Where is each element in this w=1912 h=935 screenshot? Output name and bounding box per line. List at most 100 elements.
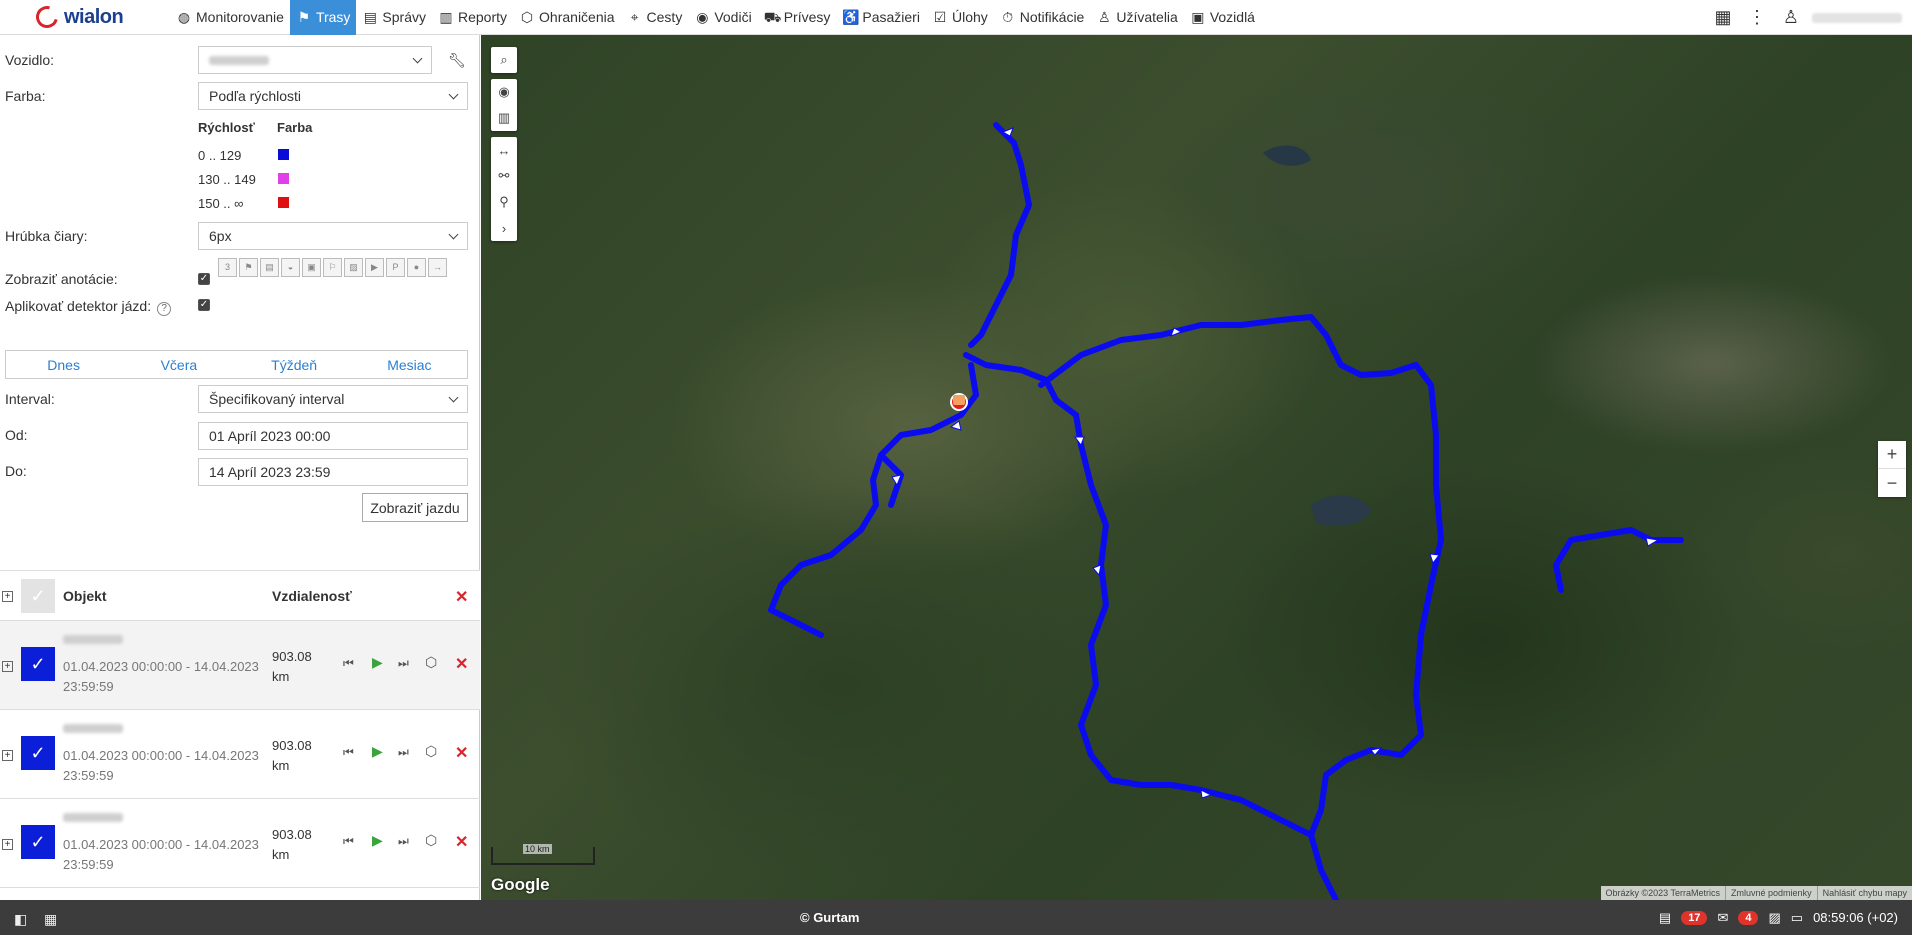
apps-grid-icon[interactable]: ▦ xyxy=(1706,0,1740,35)
interval-select[interactable]: Špecifikovaný interval xyxy=(198,385,468,413)
col-object[interactable]: Objekt xyxy=(63,588,107,604)
arrow-icon[interactable]: → xyxy=(428,258,447,277)
user-name[interactable] xyxy=(1812,12,1902,23)
more-vertical-icon[interactable]: ⋮ xyxy=(1740,0,1774,35)
nav-item-trailers[interactable]: ⛟ Prívesy xyxy=(758,0,837,35)
select-all-checkbox[interactable]: ✓ xyxy=(21,579,55,613)
route-icon[interactable]: ⚯ xyxy=(491,163,517,189)
ruler-icon[interactable]: ↔ xyxy=(491,137,517,163)
nav-item-tracks[interactable]: ⚑ Trasy xyxy=(289,0,357,35)
stop-icon[interactable]: ● xyxy=(407,258,426,277)
to-date-input[interactable]: 14 Apríl 2023 23:59 xyxy=(198,458,468,486)
wialon-logo[interactable]: wialon xyxy=(0,0,170,35)
row-dates: 01.04.2023 00:00:00 - 14.04.2023 23:59:5… xyxy=(63,748,259,783)
col-distance[interactable]: Vzdialenosť xyxy=(272,588,352,604)
expand-all-icon[interactable]: + xyxy=(2,591,13,602)
zoom-in-button[interactable]: + xyxy=(1878,441,1906,469)
map-layers-icon[interactable]: ▥ xyxy=(491,105,517,131)
geofence-icon[interactable]: ⬡ xyxy=(425,654,437,671)
delete-all-icon[interactable]: ✕ xyxy=(455,587,468,607)
nav-item-geofences[interactable]: ⬡ Ohraničenia xyxy=(513,0,621,35)
count-icon[interactable]: 3 xyxy=(218,258,237,277)
row-checkbox[interactable]: ✓ xyxy=(21,647,55,681)
nav-item-users[interactable]: ♙ Užívatelia xyxy=(1090,0,1183,35)
table-row[interactable]: + ✓ 01.04.2023 00:00:00 - 14.04.2023 23:… xyxy=(0,799,480,888)
line-width-label: Hrúbka čiary: xyxy=(5,228,88,244)
nav-item-drivers[interactable]: ◉ Vodiči xyxy=(688,0,757,35)
video-icon[interactable]: ▶ xyxy=(365,258,384,277)
map-view[interactable]: ⌕ ◉ ▥ ↔ ⚯ ⚲ › + − 10 km Google Obrázky ©… xyxy=(481,35,1912,900)
delete-icon[interactable]: ✕ xyxy=(455,743,468,763)
geofence-icon[interactable]: ⬡ xyxy=(425,743,437,760)
play-icon[interactable]: ▶ xyxy=(372,654,383,671)
flags-icon[interactable]: ⚑ xyxy=(239,258,258,277)
skip-forward-icon[interactable]: ⏭ xyxy=(398,834,409,849)
expand-icon[interactable]: + xyxy=(2,839,13,850)
tab-month[interactable]: Mesiac xyxy=(352,351,467,378)
nav-item-messages[interactable]: ▤ Správy xyxy=(356,0,432,35)
zoom-out-button[interactable]: − xyxy=(1878,469,1906,497)
tab-yesterday[interactable]: Včera xyxy=(121,351,236,378)
flag-icon[interactable]: ⚐ xyxy=(323,258,342,277)
eye-icon[interactable]: ◉ xyxy=(491,79,517,105)
search-icon[interactable]: ⌕ xyxy=(491,47,517,73)
skip-back-icon[interactable]: ⏮ xyxy=(343,745,354,760)
nav-item-notifications[interactable]: ⏱ Notifikácie xyxy=(994,0,1091,35)
geofence-icon[interactable]: ⬡ xyxy=(425,832,437,849)
nav-label: Správy xyxy=(382,9,426,25)
show-annotations-checkbox[interactable]: ✓ xyxy=(198,273,210,285)
row-checkbox[interactable]: ✓ xyxy=(21,825,55,859)
table-row[interactable]: + ✓ 01.04.2023 00:00:00 - 14.04.2023 23:… xyxy=(0,710,480,799)
nav-item-passengers[interactable]: ♿ Pasažieri xyxy=(836,0,926,35)
nav-item-tasks[interactable]: ☑ Úlohy xyxy=(926,0,994,35)
skip-back-icon[interactable]: ⏮ xyxy=(343,656,354,671)
nav-item-monitoring[interactable]: ◍ Monitorovanie xyxy=(170,0,290,35)
play-icon[interactable]: ▶ xyxy=(372,832,383,849)
skip-forward-icon[interactable]: ⏭ xyxy=(398,745,409,760)
vehicle-select[interactable] xyxy=(198,46,432,74)
color-select[interactable]: Podľa rýchlosti xyxy=(198,82,468,110)
notifications-icon[interactable]: ▤ xyxy=(1659,910,1671,926)
vehicle-marker[interactable] xyxy=(950,393,968,411)
delete-icon[interactable]: ✕ xyxy=(455,654,468,674)
play-icon[interactable]: ▶ xyxy=(372,743,383,760)
nav-item-vehicles[interactable]: ▣ Vozidlá xyxy=(1184,0,1261,35)
line-width-select[interactable]: 6px xyxy=(198,222,468,250)
event-icon[interactable]: ▤ xyxy=(260,258,279,277)
chevron-right-icon[interactable]: › xyxy=(491,215,517,241)
nav-item-reports[interactable]: ▥ Reporty xyxy=(432,0,513,35)
trip-detector-checkbox[interactable]: ✓ xyxy=(198,299,210,311)
row-checkbox[interactable]: ✓ xyxy=(21,736,55,770)
wrench-icon[interactable]: 🔧︎ xyxy=(448,52,466,69)
tab-today[interactable]: Dnes xyxy=(6,351,121,378)
fuel-drain-icon[interactable]: ▣ xyxy=(302,258,321,277)
messages-badge[interactable]: 4 xyxy=(1738,910,1759,925)
track-segment-northeast xyxy=(1038,314,1419,388)
from-date-input[interactable]: 01 Apríl 2023 00:00 xyxy=(198,422,468,450)
delete-icon[interactable]: ✕ xyxy=(455,832,468,852)
show-trip-button[interactable]: Zobraziť jazdu xyxy=(362,493,468,522)
skip-forward-icon[interactable]: ⏭ xyxy=(398,656,409,671)
notifications-badge[interactable]: 17 xyxy=(1681,910,1708,925)
panel-toggle-icon[interactable]: ◧ xyxy=(14,911,30,927)
expand-icon[interactable]: + xyxy=(2,750,13,761)
image-icon[interactable]: ▨ xyxy=(1768,910,1780,926)
route-points-icon[interactable]: ⚲ xyxy=(491,189,517,215)
fuel-icon[interactable]: ◒ xyxy=(281,258,300,277)
user-account-icon[interactable]: ♙ xyxy=(1774,0,1808,35)
vehicle-track xyxy=(768,122,1684,900)
track-segment-east xyxy=(1308,362,1444,838)
table-view-icon[interactable]: ▦ xyxy=(44,911,60,927)
photo-icon[interactable]: ▨ xyxy=(344,258,363,277)
help-icon[interactable]: ? xyxy=(157,302,172,316)
parking-icon[interactable]: P xyxy=(386,258,405,277)
tab-week[interactable]: Týždeň xyxy=(237,351,352,378)
table-row[interactable]: + ✓ 01.04.2023 00:00:00 - 14.04.2023 23:… xyxy=(0,621,480,710)
skip-back-icon[interactable]: ⏮ xyxy=(343,834,354,849)
messages-icon[interactable]: ✉ xyxy=(1717,910,1728,926)
terms-link[interactable]: Zmluvné podmienky xyxy=(1725,886,1817,900)
monitor-icon[interactable]: ▭ xyxy=(1791,910,1803,926)
expand-icon[interactable]: + xyxy=(2,661,13,672)
report-map-error-link[interactable]: Nahlásiť chybu mapy xyxy=(1816,886,1912,900)
nav-item-routes[interactable]: ⌖ Cesty xyxy=(621,0,689,35)
